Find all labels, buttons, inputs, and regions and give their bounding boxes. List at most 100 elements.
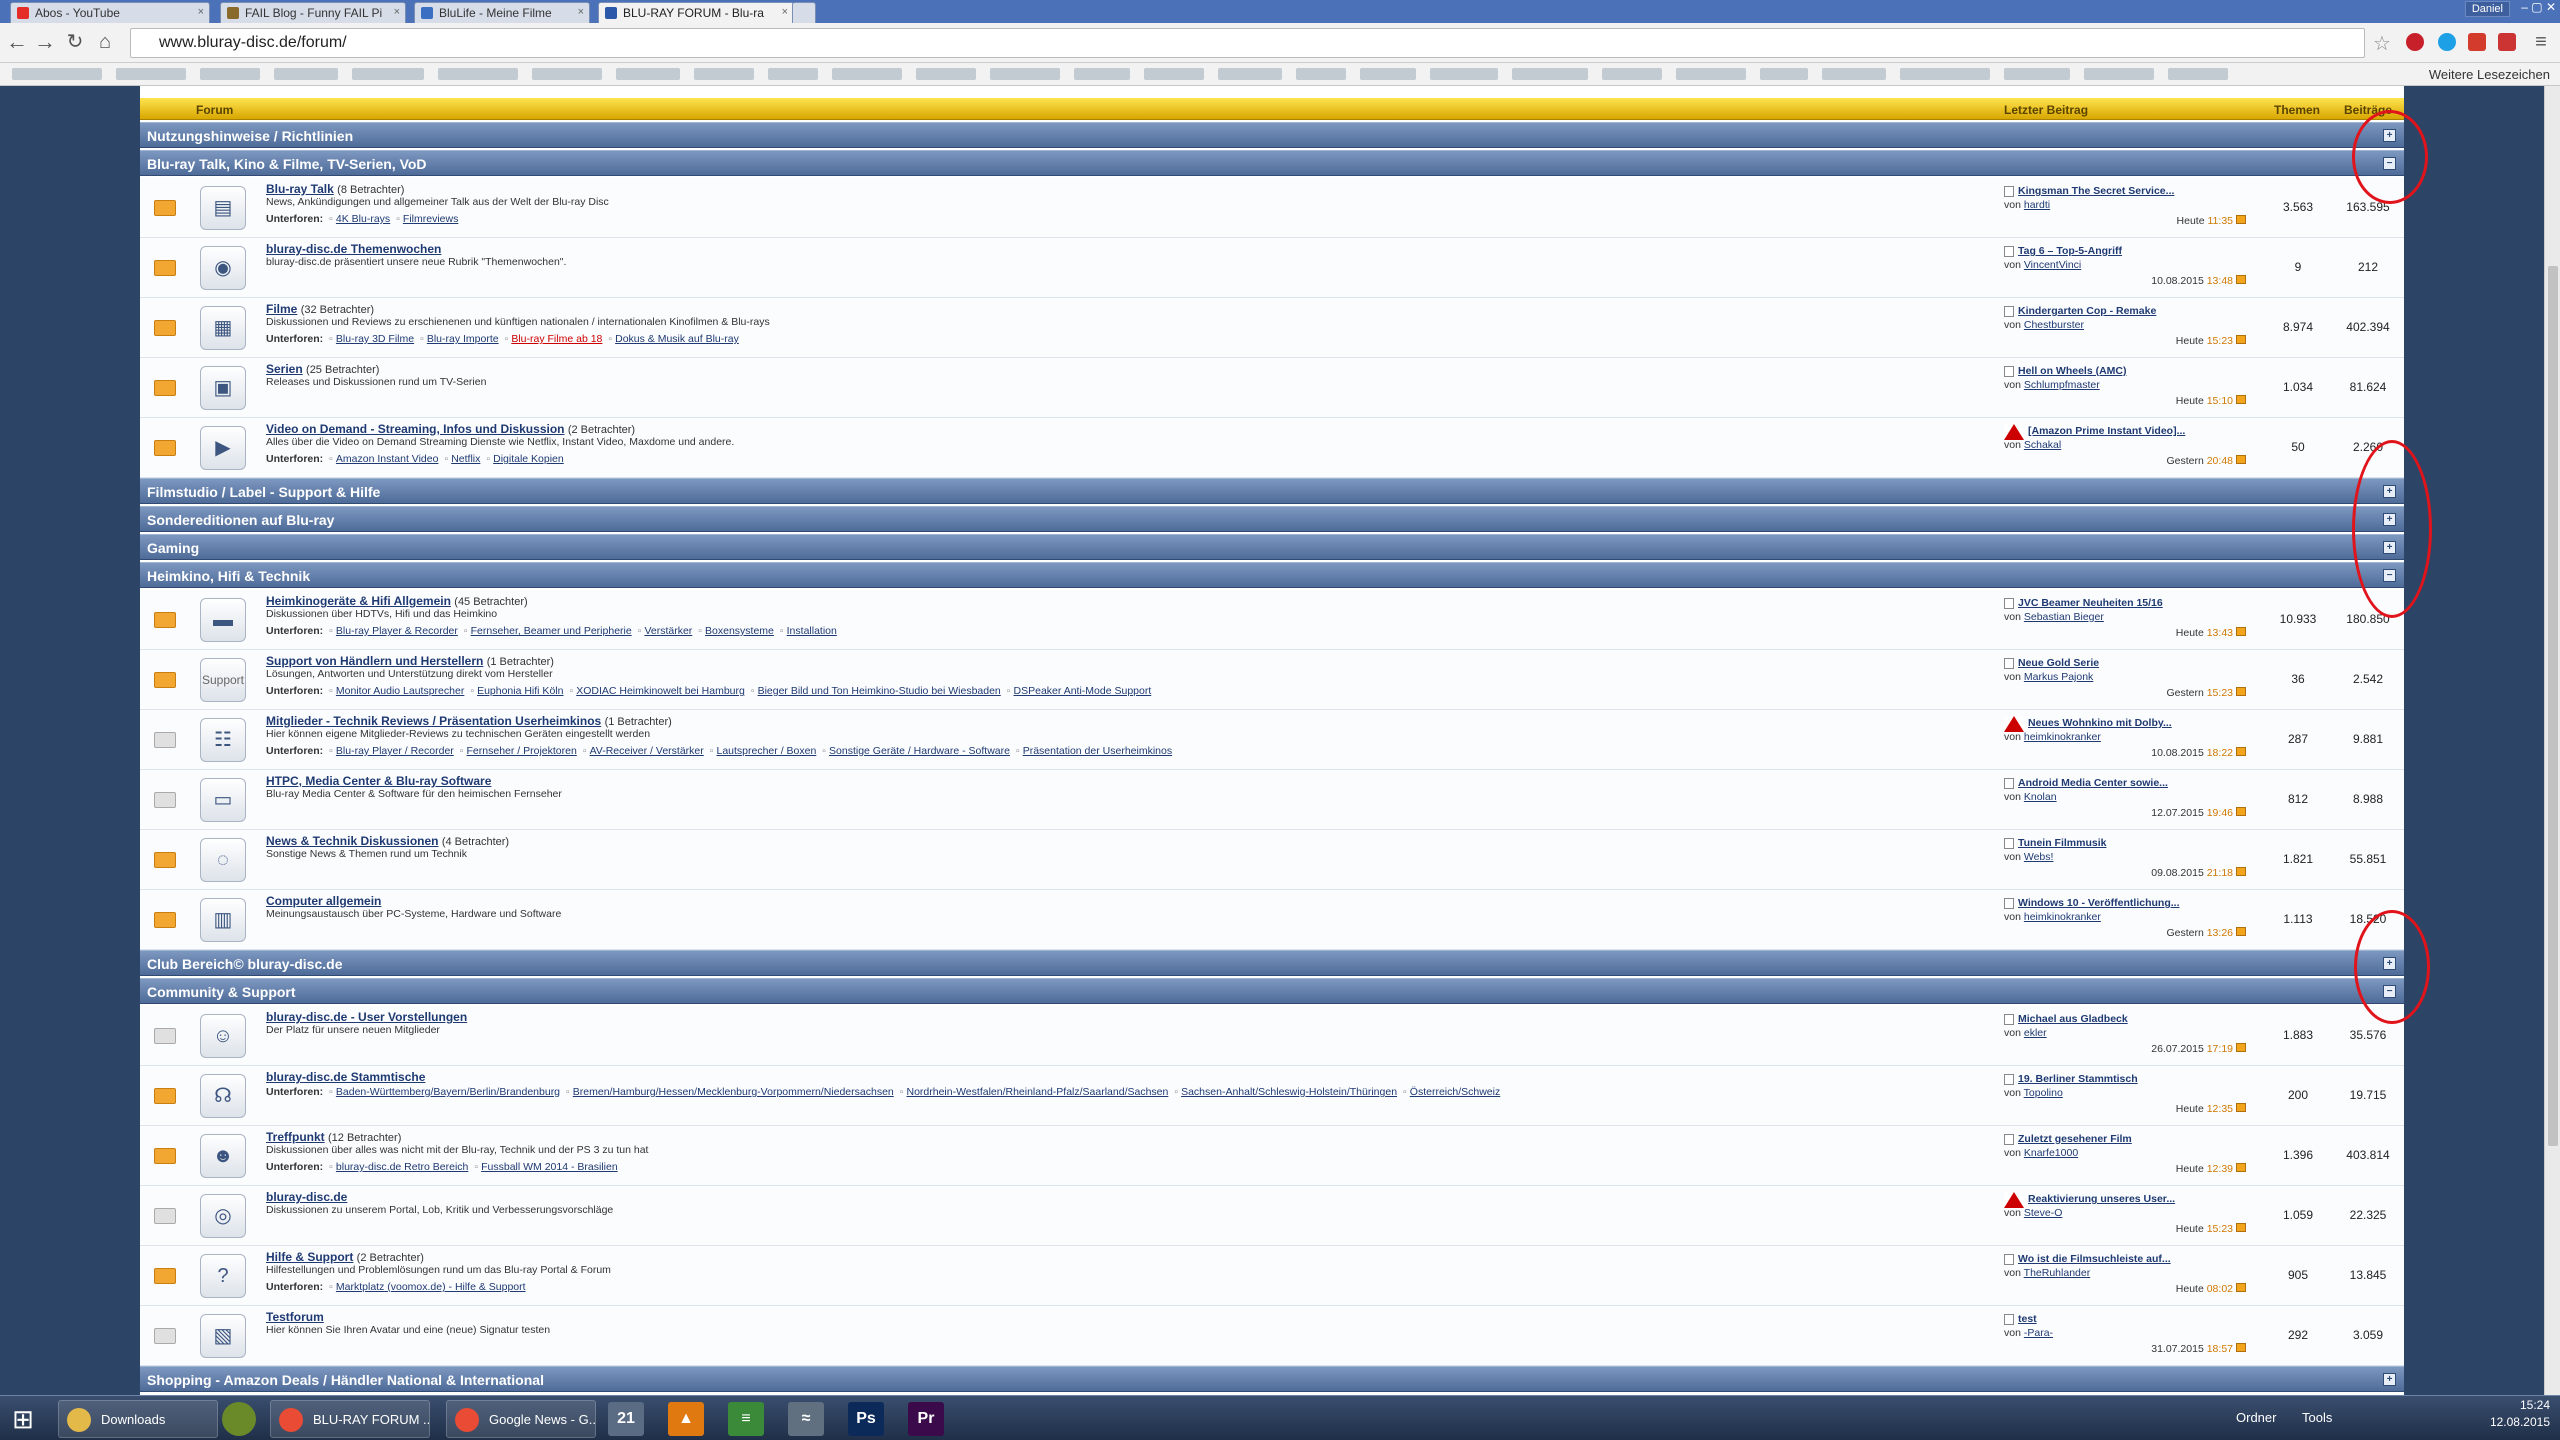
category-header[interactable]: Gaming + <box>140 534 2404 560</box>
bookmark-item[interactable] <box>116 68 186 80</box>
subforum-link[interactable]: Blu-ray Importe <box>420 333 499 345</box>
goto-last-post-icon[interactable] <box>2236 275 2246 284</box>
last-post-title-link[interactable]: test <box>2018 1313 2037 1325</box>
last-post-user-link[interactable]: Knarfe1000 <box>2024 1147 2078 1159</box>
tv-series-icon[interactable]: ▣ <box>200 366 246 410</box>
subforum-link[interactable]: Bieger Bild und Ton Heimkino-Studio bei … <box>751 685 1001 697</box>
browser-tab[interactable]: BLU-RAY FORUM - Blu-ra × <box>598 2 794 23</box>
subforum-link[interactable]: Boxensysteme <box>698 625 774 637</box>
forum-title-link[interactable]: Filme <box>266 302 297 316</box>
category-title[interactable]: Sondereditionen auf Blu-ray <box>147 512 334 528</box>
bookmark-item[interactable] <box>1218 68 1282 80</box>
category-title[interactable]: Community & Support <box>147 984 296 1000</box>
goto-last-post-icon[interactable] <box>2236 215 2246 224</box>
taskbar-pinned-app-icon[interactable]: ≡ <box>728 1402 764 1436</box>
forum-title-link[interactable]: Hilfe & Support <box>266 1250 353 1264</box>
category-title[interactable]: Blu-ray Talk, Kino & Filme, TV-Serien, V… <box>147 156 427 172</box>
computer-icon[interactable]: ▥ <box>200 898 246 942</box>
category-toggle-button[interactable]: + <box>2383 957 2396 970</box>
last-post-title-link[interactable]: Android Media Center sowie... <box>2018 777 2168 789</box>
bookmark-item[interactable] <box>1512 68 1588 80</box>
extension-blue-icon[interactable] <box>2438 33 2456 51</box>
last-post-user-link[interactable]: TheRuhlander <box>2024 1267 2091 1279</box>
address-bar[interactable]: www.bluray-disc.de/forum/ <box>130 28 2365 58</box>
subforum-link[interactable]: Monitor Audio Lautsprecher <box>329 685 464 697</box>
bookmark-item[interactable] <box>1760 68 1808 80</box>
tv-icon[interactable]: ▬ <box>200 598 246 642</box>
goto-last-post-icon[interactable] <box>2236 867 2246 876</box>
goto-last-post-icon[interactable] <box>2236 1283 2246 1292</box>
subforum-link[interactable]: AV-Receiver / Verstärker <box>583 745 704 757</box>
goto-last-post-icon[interactable] <box>2236 807 2246 816</box>
more-bookmarks[interactable]: Weitere Lesezeichen <box>2429 67 2550 82</box>
last-post-title-link[interactable]: Windows 10 - Veröffentlichung... <box>2018 897 2180 909</box>
taskbar-pinned-app-icon[interactable]: ≈ <box>788 1402 824 1436</box>
subforum-link[interactable]: bluray-disc.de Retro Bereich <box>329 1161 468 1173</box>
forum-title-link[interactable]: Computer allgemein <box>266 894 381 908</box>
last-post-title-link[interactable]: Reaktivierung unseres User... <box>2028 1193 2175 1205</box>
browser-tab[interactable]: Abos - YouTube × <box>10 2 210 23</box>
subforum-link[interactable]: Bremen/Hamburg/Hessen/Mecklenburg-Vorpom… <box>566 1086 894 1098</box>
subforum-link[interactable]: Euphonia Hifi Köln <box>470 685 563 697</box>
forum-title-link[interactable]: bluray-disc.de Themenwochen <box>266 242 441 256</box>
taskbar-pinned-app-icon[interactable]: Ps <box>848 1402 884 1436</box>
bookmark-item[interactable] <box>1900 68 1990 80</box>
forum-title-link[interactable]: Serien <box>266 362 303 376</box>
bookmark-item[interactable] <box>200 68 260 80</box>
subforum-link[interactable]: Digitale Kopien <box>486 453 564 465</box>
goto-last-post-icon[interactable] <box>2236 1043 2246 1052</box>
category-toggle-button[interactable]: − <box>2383 569 2396 582</box>
taskbar-green-app-icon[interactable] <box>222 1402 256 1436</box>
subforum-link[interactable]: Fussball WM 2014 - Brasilien <box>474 1161 618 1173</box>
help-icon[interactable]: ? <box>200 1254 246 1298</box>
last-post-user-link[interactable]: Chestburster <box>2024 319 2084 331</box>
taskbar-tools[interactable]: Tools <box>2302 1410 2332 1425</box>
last-post-user-link[interactable]: Markus Pajonk <box>2024 671 2093 683</box>
last-post-title-link[interactable]: Wo ist die Filmsuchleiste auf... <box>2018 1253 2171 1265</box>
forum-title-link[interactable]: Mitglieder - Technik Reviews / Präsentat… <box>266 714 601 728</box>
bookmark-item[interactable] <box>12 68 102 80</box>
bookmark-item[interactable] <box>1074 68 1130 80</box>
goto-last-post-icon[interactable] <box>2236 1343 2246 1352</box>
stammtisch-icon[interactable]: ☊ <box>200 1074 246 1118</box>
bookmark-item[interactable] <box>1676 68 1746 80</box>
bookmark-item[interactable] <box>2084 68 2154 80</box>
category-toggle-button[interactable]: − <box>2383 985 2396 998</box>
bookmark-item[interactable] <box>768 68 818 80</box>
subforum-link[interactable]: Blu-ray Player & Recorder <box>329 625 458 637</box>
last-post-title-link[interactable]: Zuletzt gesehener Film <box>2018 1133 2132 1145</box>
category-title[interactable]: Shopping - Amazon Deals / Händler Nation… <box>147 1372 544 1388</box>
last-post-user-link[interactable]: heimkinokranker <box>2024 911 2101 923</box>
forum-title-link[interactable]: bluray-disc.de <box>266 1190 347 1204</box>
bookmark-item[interactable] <box>990 68 1060 80</box>
home-icon[interactable]: ⌂ <box>92 29 118 55</box>
category-header[interactable]: Shopping - Amazon Deals / Händler Nation… <box>140 1366 2404 1392</box>
bookmark-item[interactable] <box>1822 68 1886 80</box>
taskbar-pinned-app-icon[interactable]: 21 <box>608 1402 644 1436</box>
extension-adblock-icon[interactable] <box>2406 33 2424 51</box>
chrome-menu-icon[interactable]: ≡ <box>2528 29 2554 55</box>
last-post-user-link[interactable]: Webs! <box>2024 851 2054 863</box>
category-header[interactable]: Nutzungshinweise / Richtlinien + <box>140 122 2404 148</box>
system-tray-clock[interactable]: 15:24 12.08.2015 <box>2490 1398 2550 1429</box>
last-post-user-link[interactable]: Sebastian Bieger <box>2024 611 2104 623</box>
window-controls[interactable]: – ▢ ✕ <box>2521 0 2556 14</box>
subforum-link[interactable]: Amazon Instant Video <box>329 453 439 465</box>
subforum-link[interactable]: Baden-Württemberg/Bayern/Berlin/Brandenb… <box>329 1086 560 1098</box>
last-post-user-link[interactable]: Topolino <box>2024 1087 2063 1099</box>
taskbar-button[interactable]: Google News - G... <box>446 1400 596 1438</box>
bookmark-item[interactable] <box>2168 68 2228 80</box>
extension-red-icon[interactable] <box>2498 33 2516 51</box>
bookmark-item[interactable] <box>616 68 680 80</box>
category-header[interactable]: Community & Support − <box>140 978 2404 1004</box>
category-title[interactable]: Gaming <box>147 540 199 556</box>
bookmark-item[interactable] <box>1602 68 1662 80</box>
htpc-icon[interactable]: ▭ <box>200 778 246 822</box>
test-icon[interactable]: ▧ <box>200 1314 246 1358</box>
film-icon[interactable]: ▦ <box>200 306 246 350</box>
subforum-link[interactable]: XODIAC Heimkinowelt bei Hamburg <box>569 685 745 697</box>
bookmark-item[interactable] <box>1144 68 1204 80</box>
category-title[interactable]: Nutzungshinweise / Richtlinien <box>147 128 353 144</box>
last-post-user-link[interactable]: hardti <box>2024 199 2050 211</box>
forum-title-link[interactable]: Video on Demand - Streaming, Infos und D… <box>266 422 564 436</box>
